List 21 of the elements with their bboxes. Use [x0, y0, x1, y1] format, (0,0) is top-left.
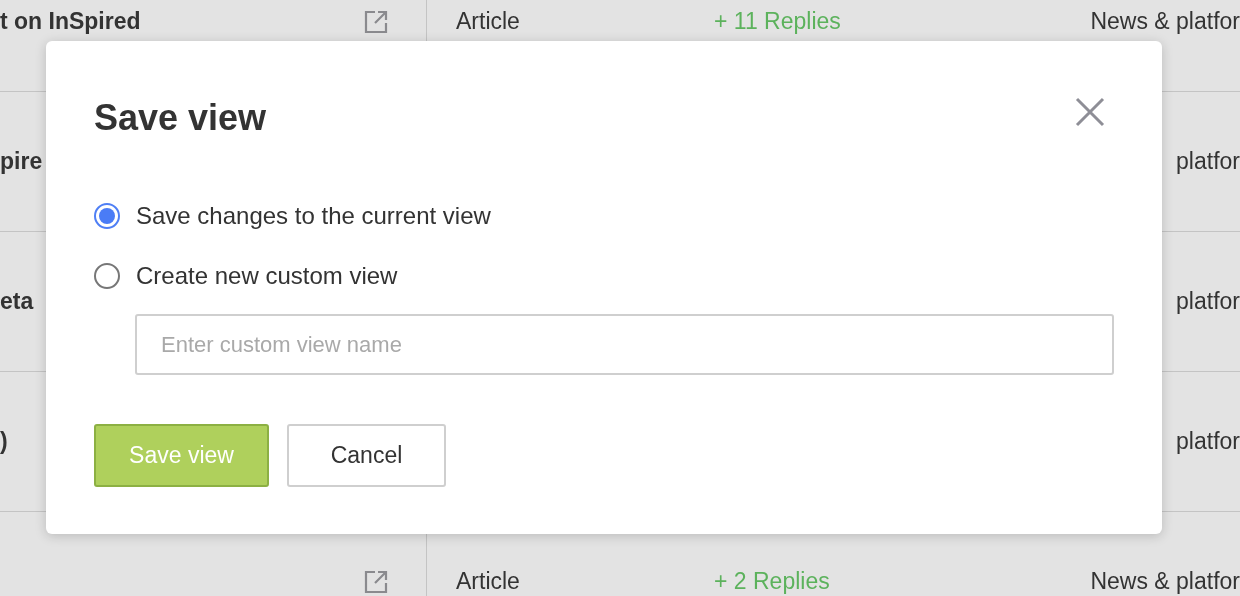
- post-type: Article: [456, 10, 520, 33]
- post-title[interactable]: t on InSpired: [0, 10, 141, 33]
- post-title[interactable]: pire: [0, 150, 43, 173]
- cancel-button[interactable]: Cancel: [287, 424, 446, 487]
- radio-option[interactable]: Save changes to the current view: [94, 202, 1162, 230]
- category-label: platfor: [1176, 290, 1240, 313]
- view-name-field[interactable]: Enter custom view name: [135, 314, 1114, 375]
- radio-button[interactable]: [94, 203, 120, 229]
- external-link-icon[interactable]: [364, 569, 388, 594]
- post-title[interactable]: eta: [0, 290, 34, 313]
- category-label: platfor: [1176, 430, 1240, 453]
- post-title[interactable]: ): [0, 430, 8, 453]
- post-type: Article: [456, 570, 520, 593]
- category-label: News & platfor: [1090, 570, 1240, 593]
- category-label: platfor: [1176, 150, 1240, 173]
- radio-option[interactable]: Create new custom view: [94, 262, 1162, 290]
- external-link-icon[interactable]: [364, 9, 388, 34]
- category-label: News & platfor: [1090, 10, 1240, 33]
- close-icon[interactable]: [1075, 97, 1105, 127]
- dialog-title: Save view: [94, 100, 267, 136]
- radio-button[interactable]: [94, 263, 120, 289]
